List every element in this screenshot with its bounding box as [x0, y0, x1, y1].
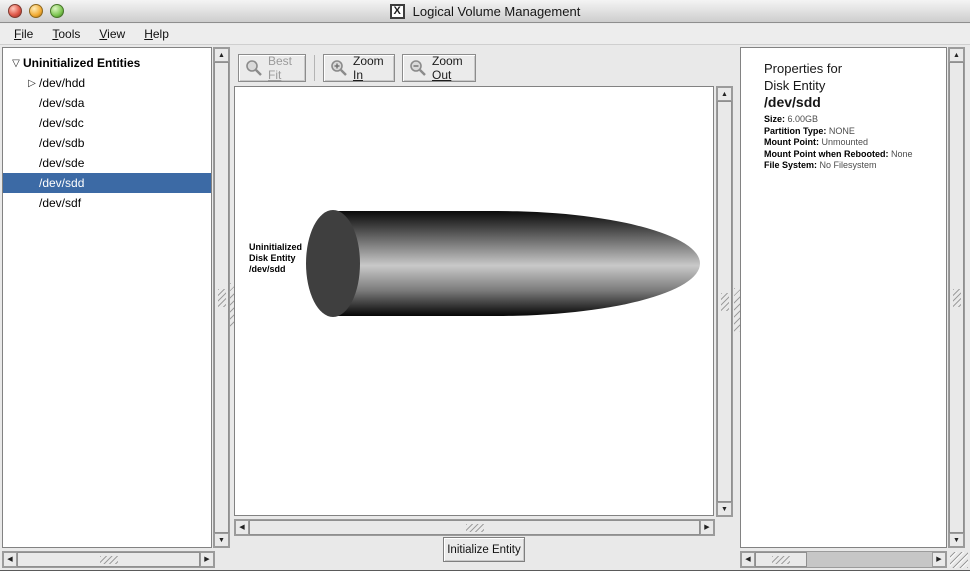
tree-item-dev-sde[interactable]: /dev/sde: [3, 153, 211, 173]
scrollbar-trough[interactable]: [807, 552, 932, 567]
zoom-window-button[interactable]: [50, 4, 64, 18]
scroll-left-icon[interactable]: ◀: [741, 552, 755, 567]
thumb-grip: [953, 289, 961, 307]
app-window: X Logical Volume Management File Tools V…: [0, 0, 970, 571]
title-bar: X Logical Volume Management: [0, 0, 970, 23]
tree-hscroll-thumb[interactable]: [17, 552, 200, 567]
window-title: Logical Volume Management: [413, 4, 581, 19]
menu-help[interactable]: Help: [140, 25, 173, 43]
magnifier-icon: [245, 59, 263, 77]
tree-item-dev-sdd[interactable]: /dev/sdd: [3, 173, 211, 193]
disk-cylinder[interactable]: [332, 211, 700, 316]
zoom-out-button[interactable]: Zoom Out: [402, 54, 476, 82]
scroll-left-icon[interactable]: ◀: [235, 520, 249, 535]
thumb-grip: [218, 289, 226, 307]
property-size: Size: 6.00GB: [764, 114, 913, 126]
scroll-up-icon[interactable]: ▲: [214, 48, 229, 62]
canvas-vertical-scrollbar[interactable]: ▲ ▼: [716, 86, 733, 517]
tree-item-dev-sdc[interactable]: /dev/sdc: [3, 113, 211, 133]
tree-item-dev-sda[interactable]: /dev/sda: [3, 93, 211, 113]
thumb-grip: [721, 293, 729, 311]
thumb-grip: [466, 524, 484, 532]
scroll-down-icon[interactable]: ▼: [949, 533, 964, 547]
scroll-up-icon[interactable]: ▲: [717, 87, 732, 101]
scroll-left-icon[interactable]: ◀: [3, 552, 17, 567]
tree-vertical-scrollbar[interactable]: ▲ ▼: [213, 47, 230, 548]
properties-heading: Properties for Disk Entity /dev/sdd: [764, 60, 842, 111]
property-mount-point: Mount Point: Unmounted: [764, 137, 913, 149]
tree-root-uninitialized-entities[interactable]: ▽ Uninitialized Entities: [3, 53, 211, 73]
zoom-in-button[interactable]: Zoom In: [323, 54, 395, 82]
scroll-down-icon[interactable]: ▼: [214, 533, 229, 547]
tree-item-dev-sdf[interactable]: /dev/sdf: [3, 193, 211, 213]
properties-vscroll-thumb[interactable]: [949, 62, 964, 533]
thumb-grip: [772, 556, 790, 564]
toolbar-separator: [314, 55, 315, 81]
entities-tree-panel: ▽ Uninitialized Entities ▷ /dev/hdd /dev…: [2, 47, 212, 548]
scroll-down-icon[interactable]: ▼: [717, 502, 732, 516]
tree-horizontal-scrollbar[interactable]: ◀ ▶: [2, 551, 215, 568]
properties-panel: Properties for Disk Entity /dev/sdd Size…: [740, 47, 947, 548]
window-resize-grip[interactable]: [950, 552, 968, 568]
scroll-up-icon[interactable]: ▲: [949, 48, 964, 62]
property-mount-point-rebooted: Mount Point when Rebooted: None: [764, 149, 913, 161]
title-group: X Logical Volume Management: [390, 4, 581, 19]
scroll-right-icon[interactable]: ▶: [700, 520, 714, 535]
thumb-grip: [100, 556, 118, 564]
scroll-right-icon[interactable]: ▶: [200, 552, 214, 567]
expander-closed-icon[interactable]: ▷: [25, 78, 39, 89]
volume-canvas: Uninitialized Disk Entity /dev/sdd: [234, 86, 714, 516]
properties-vertical-scrollbar[interactable]: ▲ ▼: [948, 47, 965, 548]
property-partition-type: Partition Type: NONE: [764, 126, 913, 138]
canvas-vscroll-thumb[interactable]: [717, 101, 732, 502]
expander-open-icon[interactable]: ▽: [9, 58, 23, 69]
x11-logo-icon: X: [390, 4, 405, 19]
disk-cylinder-cap[interactable]: [306, 210, 360, 317]
tree-item-dev-hdd[interactable]: ▷ /dev/hdd: [3, 73, 211, 93]
properties-horizontal-scrollbar[interactable]: ◀ ▶: [740, 551, 947, 568]
zoom-in-icon: [330, 59, 348, 77]
disk-entity-label: Uninitialized Disk Entity /dev/sdd: [249, 242, 302, 275]
zoom-out-icon: [409, 59, 427, 77]
menu-tools[interactable]: Tools: [48, 25, 84, 43]
property-file-system: File System: No Filesystem: [764, 160, 913, 172]
best-fit-button[interactable]: Best Fit: [238, 54, 306, 82]
close-button[interactable]: [8, 4, 22, 18]
menu-view[interactable]: View: [95, 25, 129, 43]
canvas-hscroll-thumb[interactable]: [249, 520, 700, 535]
window-controls: [8, 4, 64, 18]
initialize-entity-button[interactable]: Initialize Entity: [443, 537, 525, 562]
menu-file[interactable]: File: [10, 25, 37, 43]
tree-vscroll-thumb[interactable]: [214, 62, 229, 533]
properties-fields: Size: 6.00GB Partition Type: NONE Mount …: [764, 114, 913, 172]
properties-hscroll-thumb[interactable]: [755, 552, 807, 567]
tree-item-dev-sdb[interactable]: /dev/sdb: [3, 133, 211, 153]
scroll-right-icon[interactable]: ▶: [932, 552, 946, 567]
minimize-button[interactable]: [29, 4, 43, 18]
canvas-horizontal-scrollbar[interactable]: ◀ ▶: [234, 519, 715, 536]
menu-bar: File Tools View Help: [0, 24, 970, 45]
